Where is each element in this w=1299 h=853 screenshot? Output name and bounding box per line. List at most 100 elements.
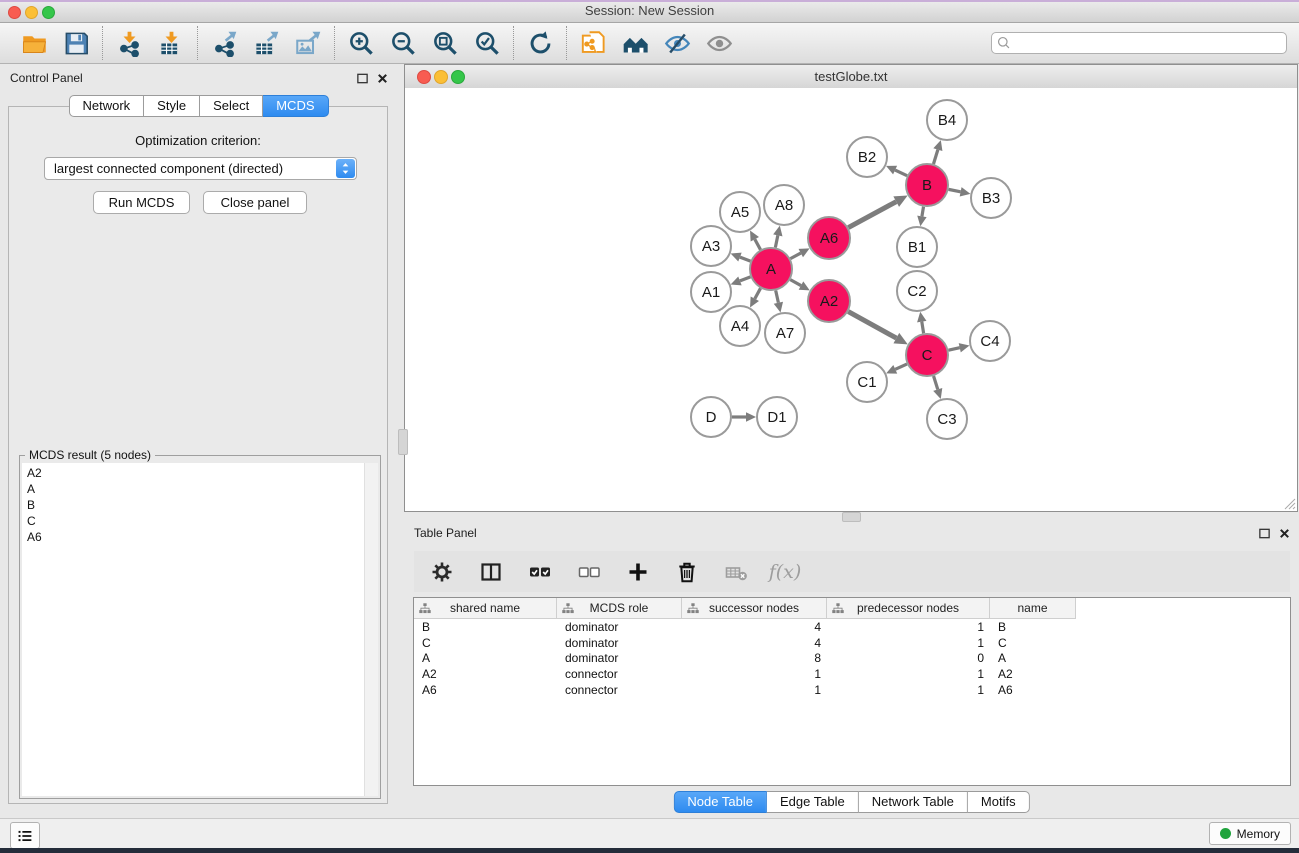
graph-node-A[interactable]: A: [750, 248, 792, 290]
graph-node-C[interactable]: C: [906, 334, 948, 376]
network-zoom-button[interactable]: [451, 70, 465, 84]
window-resize-grip[interactable]: [1282, 496, 1296, 510]
checkbox-checked-pair-icon[interactable]: [527, 559, 553, 585]
trash-icon[interactable]: [674, 559, 700, 585]
graph-edge-A6-B[interactable]: [848, 195, 907, 227]
graph-node-C3[interactable]: C3: [927, 399, 967, 439]
zoom-out-icon[interactable]: [388, 28, 418, 58]
export-table-icon[interactable]: [251, 28, 281, 58]
tab-network[interactable]: Network: [68, 95, 144, 117]
close-panel-button[interactable]: Close panel: [203, 191, 307, 214]
graph-node-A7[interactable]: A7: [765, 313, 805, 353]
graph-node-C1[interactable]: C1: [847, 362, 887, 402]
graph-edge-C-C2[interactable]: [917, 312, 926, 334]
tab-mcds[interactable]: MCDS: [263, 95, 328, 117]
gear-icon[interactable]: [429, 559, 455, 585]
mcds-result-item[interactable]: A6: [22, 529, 378, 545]
graph-edge-A-A1[interactable]: [731, 276, 751, 285]
mcds-result-item[interactable]: C: [22, 513, 378, 529]
graph-node-B[interactable]: B: [906, 164, 948, 206]
graph-edge-A-A4[interactable]: [750, 288, 760, 307]
graph-edge-A-A6[interactable]: [790, 248, 809, 258]
graph-node-A6[interactable]: A6: [808, 217, 850, 259]
checkbox-unchecked-pair-icon[interactable]: [576, 559, 602, 585]
refresh-icon[interactable]: [525, 28, 555, 58]
graph-edge-C-C3[interactable]: [933, 376, 942, 399]
graph-node-D1[interactable]: D1: [757, 397, 797, 437]
graph-edge-A-A3[interactable]: [731, 253, 751, 262]
clone-network-icon[interactable]: [578, 28, 608, 58]
network-close-button[interactable]: [417, 70, 431, 84]
table-row[interactable]: Bdominator41B: [414, 619, 1290, 635]
mcds-result-item[interactable]: A2: [22, 463, 378, 481]
graph-node-C4[interactable]: C4: [970, 321, 1010, 361]
tab-select[interactable]: Select: [200, 95, 263, 117]
graph-edge-A-A5[interactable]: [750, 230, 760, 249]
graph-edge-B-B3[interactable]: [949, 187, 971, 196]
network-window-titlebar[interactable]: testGlobe.txt: [405, 65, 1297, 89]
export-network-icon[interactable]: [209, 28, 239, 58]
tab-motifs[interactable]: Motifs: [968, 791, 1030, 813]
zoom-fit-icon[interactable]: [430, 28, 460, 58]
mcds-result-item[interactable]: A: [22, 481, 378, 497]
import-network-icon[interactable]: [114, 28, 144, 58]
export-image-icon[interactable]: [293, 28, 323, 58]
tab-network-table[interactable]: Network Table: [859, 791, 968, 813]
graph-node-A1[interactable]: A1: [691, 272, 731, 312]
import-table-icon[interactable]: [156, 28, 186, 58]
graph-node-B2[interactable]: B2: [847, 137, 887, 177]
table-row[interactable]: Cdominator41C: [414, 635, 1290, 651]
eye-icon[interactable]: [704, 28, 734, 58]
eye-slash-icon[interactable]: [662, 28, 692, 58]
mcds-result-list[interactable]: A2ABCA6: [22, 463, 378, 796]
minimize-window-button[interactable]: [25, 6, 38, 19]
graph-node-A5[interactable]: A5: [720, 192, 760, 232]
column-header-successor-nodes[interactable]: successor nodes: [682, 598, 827, 619]
close-panel-icon[interactable]: [376, 72, 389, 85]
graph-node-C2[interactable]: C2: [897, 271, 937, 311]
graph-edge-B-B4[interactable]: [933, 140, 942, 164]
table-row[interactable]: Adominator80A: [414, 650, 1290, 666]
memory-button[interactable]: Memory: [1209, 822, 1291, 845]
network-canvas[interactable]: AA1A2A3A4A5A6A7A8BB1B2B3B4CC1C2C3C4DD1: [405, 88, 1297, 511]
graph-edge-A-A7[interactable]: [774, 290, 783, 312]
zoom-window-button[interactable]: [42, 6, 55, 19]
graph-node-B3[interactable]: B3: [971, 178, 1011, 218]
graph-edge-B-B1[interactable]: [917, 207, 926, 227]
save-floppy-icon[interactable]: [61, 28, 91, 58]
task-history-button[interactable]: [10, 822, 40, 849]
optimization-criterion-select[interactable]: largest connected component (directed): [44, 157, 357, 180]
run-mcds-button[interactable]: Run MCDS: [93, 191, 190, 214]
plus-icon[interactable]: [625, 559, 651, 585]
graph-edge-A-A2[interactable]: [790, 280, 809, 291]
graph-edge-C-C1[interactable]: [886, 364, 907, 374]
float-panel-icon[interactable]: [356, 72, 369, 85]
homes-icon[interactable]: [620, 28, 650, 58]
tab-edge-table[interactable]: Edge Table: [767, 791, 859, 813]
open-folder-icon[interactable]: [19, 28, 49, 58]
graph-node-A3[interactable]: A3: [691, 226, 731, 266]
horizontal-splitter-handle[interactable]: [842, 512, 861, 522]
mcds-result-item[interactable]: B: [22, 497, 378, 513]
search-input[interactable]: [991, 32, 1287, 54]
zoom-in-icon[interactable]: [346, 28, 376, 58]
graph-node-B4[interactable]: B4: [927, 100, 967, 140]
graph-node-A4[interactable]: A4: [720, 306, 760, 346]
vertical-splitter-handle[interactable]: [398, 429, 408, 455]
column-header-mcds-role[interactable]: MCDS role: [557, 598, 682, 619]
zoom-selected-icon[interactable]: [472, 28, 502, 58]
search-box[interactable]: [991, 32, 1287, 54]
column-header-name[interactable]: name: [990, 598, 1076, 619]
float-table-panel-icon[interactable]: [1258, 527, 1271, 540]
mcds-list-scrollbar[interactable]: [364, 463, 378, 796]
network-minimize-button[interactable]: [434, 70, 448, 84]
graph-node-A8[interactable]: A8: [764, 185, 804, 225]
close-window-button[interactable]: [8, 6, 21, 19]
column-layout-icon[interactable]: [478, 559, 504, 585]
graph-edge-B-B2[interactable]: [886, 166, 907, 176]
graph-edge-A2-C[interactable]: [848, 312, 907, 345]
close-table-panel-icon[interactable]: [1278, 527, 1291, 540]
column-header-predecessor-nodes[interactable]: predecessor nodes: [827, 598, 990, 619]
graph-node-A2[interactable]: A2: [808, 280, 850, 322]
tab-node-table[interactable]: Node Table: [673, 791, 767, 813]
